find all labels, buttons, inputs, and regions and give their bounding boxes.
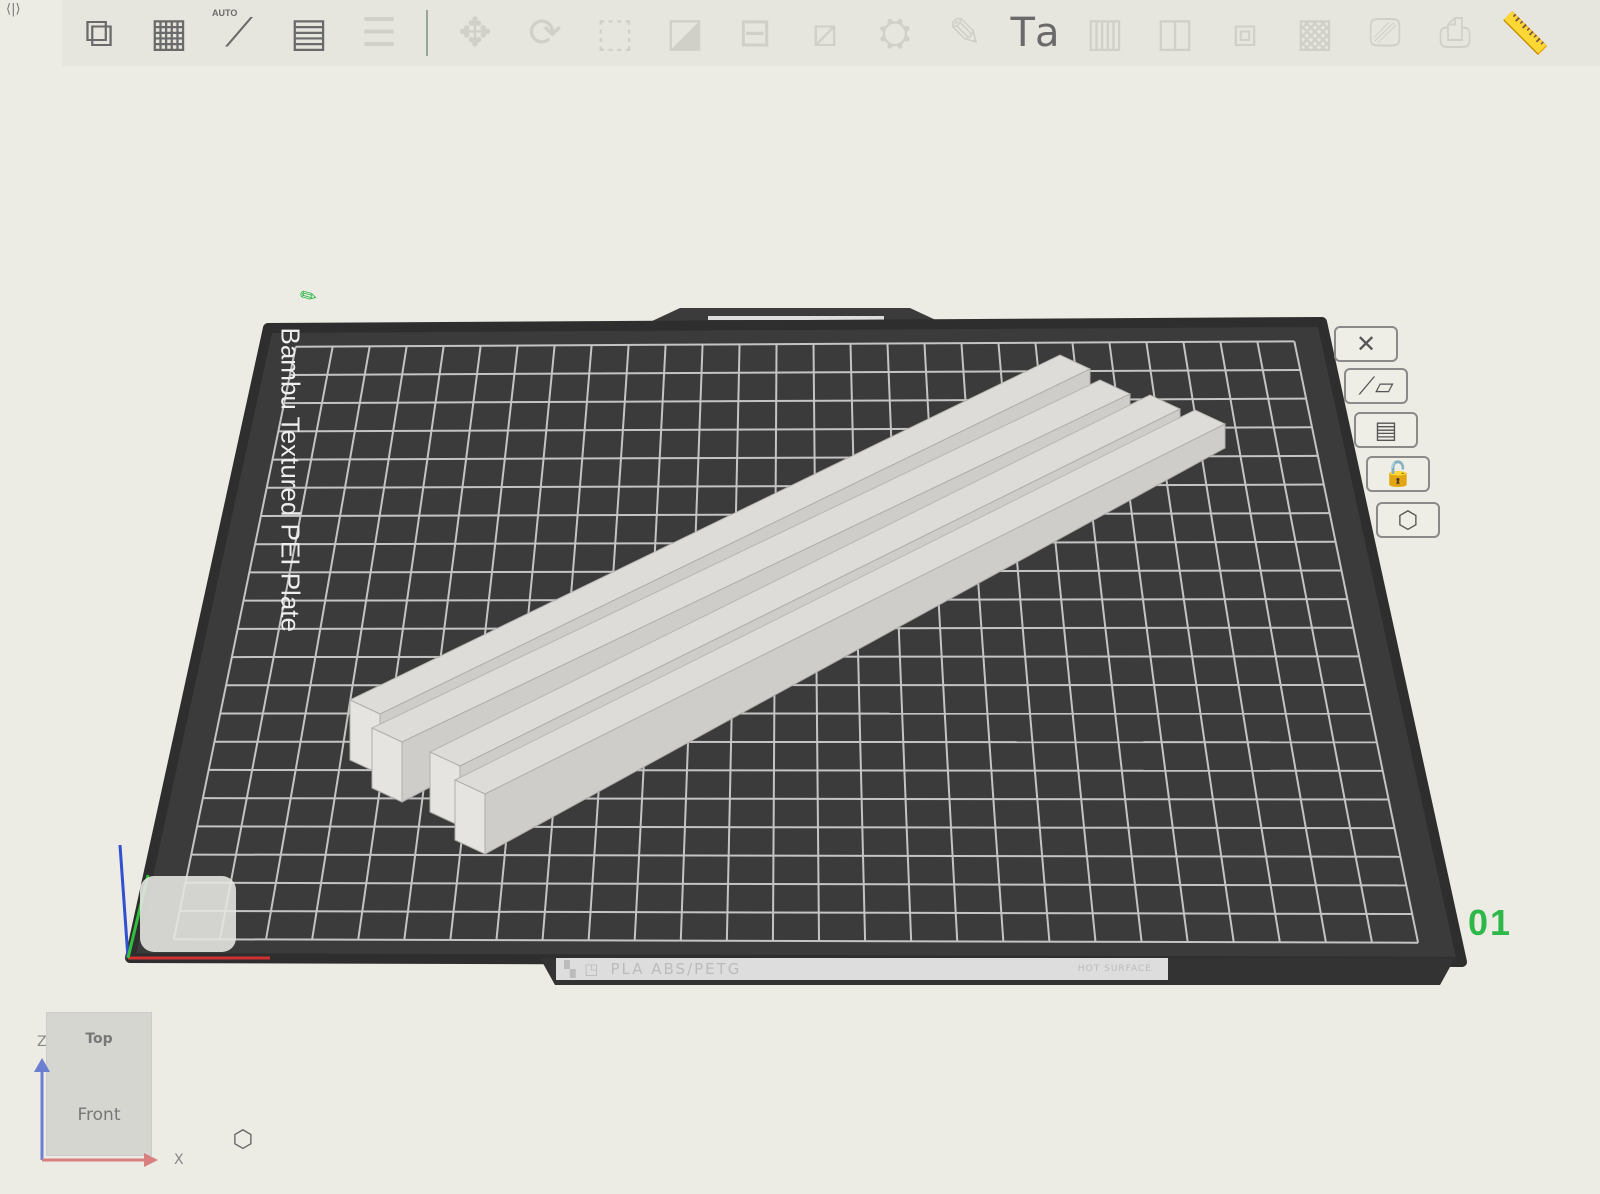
arrange-plate-icon: ▤ bbox=[1374, 416, 1398, 444]
view-axes bbox=[34, 1058, 158, 1167]
plate-type-label: Bambu Textured PEI Plate bbox=[275, 327, 306, 632]
lock-plate-icon: 🔓 bbox=[1383, 460, 1413, 488]
auto-orient-plate-button[interactable]: ⟋▱ bbox=[1344, 368, 1408, 404]
hot-surface-text: HOT SURFACE bbox=[1077, 963, 1152, 974]
plate-number[interactable]: 01 bbox=[1468, 902, 1512, 944]
lock-plate-button[interactable]: 🔓 bbox=[1366, 456, 1430, 492]
plate-strip-icons: ▚ ◳ bbox=[564, 960, 601, 978]
grid-line bbox=[202, 797, 1389, 801]
plate-settings-icon: ⬡ bbox=[1397, 506, 1419, 534]
plate-material-text: PLA ABS/PETG bbox=[610, 960, 742, 978]
delete-plate-button[interactable]: ✕ bbox=[1334, 326, 1398, 362]
3d-viewport[interactable] bbox=[0, 0, 1600, 1194]
arrange-plate-button[interactable]: ▤ bbox=[1354, 412, 1418, 448]
plate-settings-button[interactable]: ⬡ bbox=[1376, 502, 1440, 538]
auto-orient-plate-icon: ⟋▱ bbox=[1358, 372, 1394, 400]
fit-view-icon[interactable]: ⬡ bbox=[222, 1118, 264, 1160]
plate-info-strip: ▚ ◳ PLA ABS/PETG HOT SURFACE bbox=[556, 958, 1168, 980]
delete-plate-icon: ✕ bbox=[1355, 330, 1377, 358]
